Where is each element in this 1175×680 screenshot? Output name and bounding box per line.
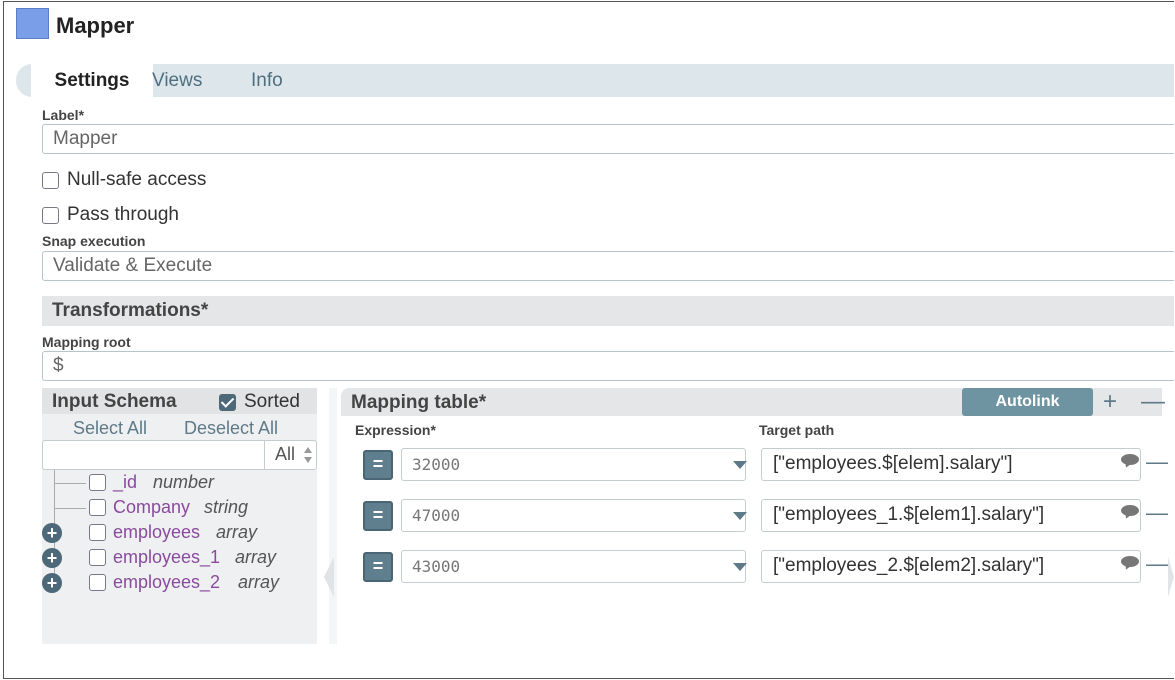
collapse-right-icon[interactable] (1168, 557, 1174, 597)
expression-input[interactable]: 32000 (401, 448, 746, 481)
expression-input[interactable]: 47000 (401, 499, 746, 532)
page-title: Mapper (56, 13, 135, 38)
chevron-down-icon[interactable] (733, 512, 747, 520)
null-safe-label: Null-safe access (67, 169, 207, 190)
field-checkbox[interactable] (89, 574, 106, 591)
tree-branch (54, 483, 86, 484)
tab-bar: Settings Views Info (16, 64, 1174, 97)
target-path-input[interactable]: ["employees_2.$[elem2].salary"] (761, 550, 1141, 583)
field-checkbox[interactable] (89, 524, 106, 541)
mapping-row: = 47000 ["employees_1.$[elem1].salary"] … (361, 499, 1168, 533)
input-schema-panel: Input Schema Sorted Select All Deselect … (42, 388, 317, 644)
snap-execution-label: Snap execution (42, 233, 146, 249)
schema-filter-select[interactable]: All (264, 441, 316, 469)
expression-input[interactable]: 43000 (401, 550, 746, 583)
schema-field-row: + employees_1 array (42, 547, 317, 569)
field-type: array (235, 547, 277, 567)
pass-through-checkbox[interactable] (42, 206, 59, 224)
null-safe-row: Null-safe access (42, 169, 206, 191)
expression-column-label: Expression* (355, 422, 436, 438)
mapping-row: = 32000 ["employees.$[elem].salary"] — (361, 448, 1168, 482)
equals-icon[interactable]: = (363, 552, 393, 582)
target-path-input[interactable]: ["employees.$[elem].salary"] (761, 448, 1141, 481)
tab-settings[interactable]: Settings (31, 64, 153, 97)
field-name: _id (113, 472, 138, 492)
snap-execution-select[interactable]: Validate & Execute (42, 251, 1174, 281)
schema-field-row: Company string (42, 497, 317, 519)
delete-row-button[interactable]: — (1146, 449, 1168, 475)
target-path-input[interactable]: ["employees_1.$[elem1].salary"] (761, 499, 1141, 532)
mapping-table-header: Mapping table* Autolink + — (341, 388, 1165, 416)
snap-square-icon (16, 8, 49, 39)
collapse-left-icon[interactable] (324, 557, 334, 597)
tree-branch (54, 508, 86, 509)
sorted-checkbox[interactable] (219, 393, 236, 411)
plus-circle-icon[interactable]: + (42, 548, 62, 568)
mapping-root-input[interactable]: $ (42, 351, 1174, 381)
label-input[interactable]: Mapper (42, 124, 1174, 154)
equals-icon[interactable]: = (363, 501, 393, 531)
plus-circle-icon[interactable]: + (42, 573, 62, 593)
mapping-table-title: Mapping table* (351, 392, 487, 413)
select-all-button[interactable]: Select All (73, 418, 147, 439)
field-checkbox[interactable] (89, 499, 106, 516)
add-row-button[interactable]: + (1103, 388, 1117, 416)
schema-filter-value: All (275, 444, 296, 464)
comment-bubble-icon[interactable] (1121, 556, 1139, 572)
equals-icon[interactable]: = (363, 450, 393, 480)
comment-bubble-icon[interactable] (1121, 454, 1139, 470)
field-checkbox[interactable] (89, 474, 106, 491)
field-name: employees (113, 522, 201, 542)
remove-row-button[interactable]: — (1141, 388, 1165, 416)
input-schema-title: Input Schema (52, 391, 177, 412)
pass-through-label: Pass through (67, 204, 179, 225)
field-type: string (204, 497, 249, 517)
pass-through-row: Pass through (42, 204, 179, 226)
field-type: array (216, 522, 258, 542)
autolink-button[interactable]: Autolink (962, 388, 1093, 416)
delete-row-button[interactable]: — (1146, 551, 1168, 577)
panel-gutter (329, 388, 337, 644)
sorted-toggle[interactable]: Sorted (219, 391, 300, 413)
null-safe-checkbox[interactable] (42, 171, 59, 189)
schema-field-row: + employees_2 array (42, 572, 317, 594)
delete-row-button[interactable]: — (1146, 500, 1168, 526)
mapper-dialog: Mapper Settings Views Info Label* Mapper… (3, 1, 1174, 679)
field-type: number (153, 472, 215, 492)
input-schema-header: Input Schema Sorted (42, 388, 317, 414)
mapping-row: = 43000 ["employees_2.$[elem2].salary"] … (361, 550, 1168, 584)
schema-filter-input[interactable]: All (42, 440, 317, 470)
chevron-down-icon[interactable] (733, 461, 747, 469)
transformations-header: Transformations* (42, 296, 1174, 326)
chevron-down-icon[interactable] (733, 563, 747, 571)
tab-info[interactable]: Info (251, 64, 283, 97)
field-name: Company (113, 497, 191, 517)
sorted-label: Sorted (244, 391, 300, 412)
comment-bubble-icon[interactable] (1121, 505, 1139, 521)
sort-arrows-icon (304, 447, 312, 465)
schema-field-row: _id number (42, 472, 317, 494)
field-type: array (238, 572, 280, 592)
schema-field-row: + employees array (42, 522, 317, 544)
plus-circle-icon[interactable]: + (42, 523, 62, 543)
label-field-label: Label* (42, 107, 85, 123)
mapping-root-label: Mapping root (42, 334, 131, 350)
field-checkbox[interactable] (89, 549, 106, 566)
tab-views[interactable]: Views (152, 64, 202, 97)
field-name: employees_2 (113, 572, 221, 592)
field-name: employees_1 (113, 547, 221, 567)
deselect-all-button[interactable]: Deselect All (184, 418, 278, 439)
target-column-label: Target path (759, 422, 835, 438)
